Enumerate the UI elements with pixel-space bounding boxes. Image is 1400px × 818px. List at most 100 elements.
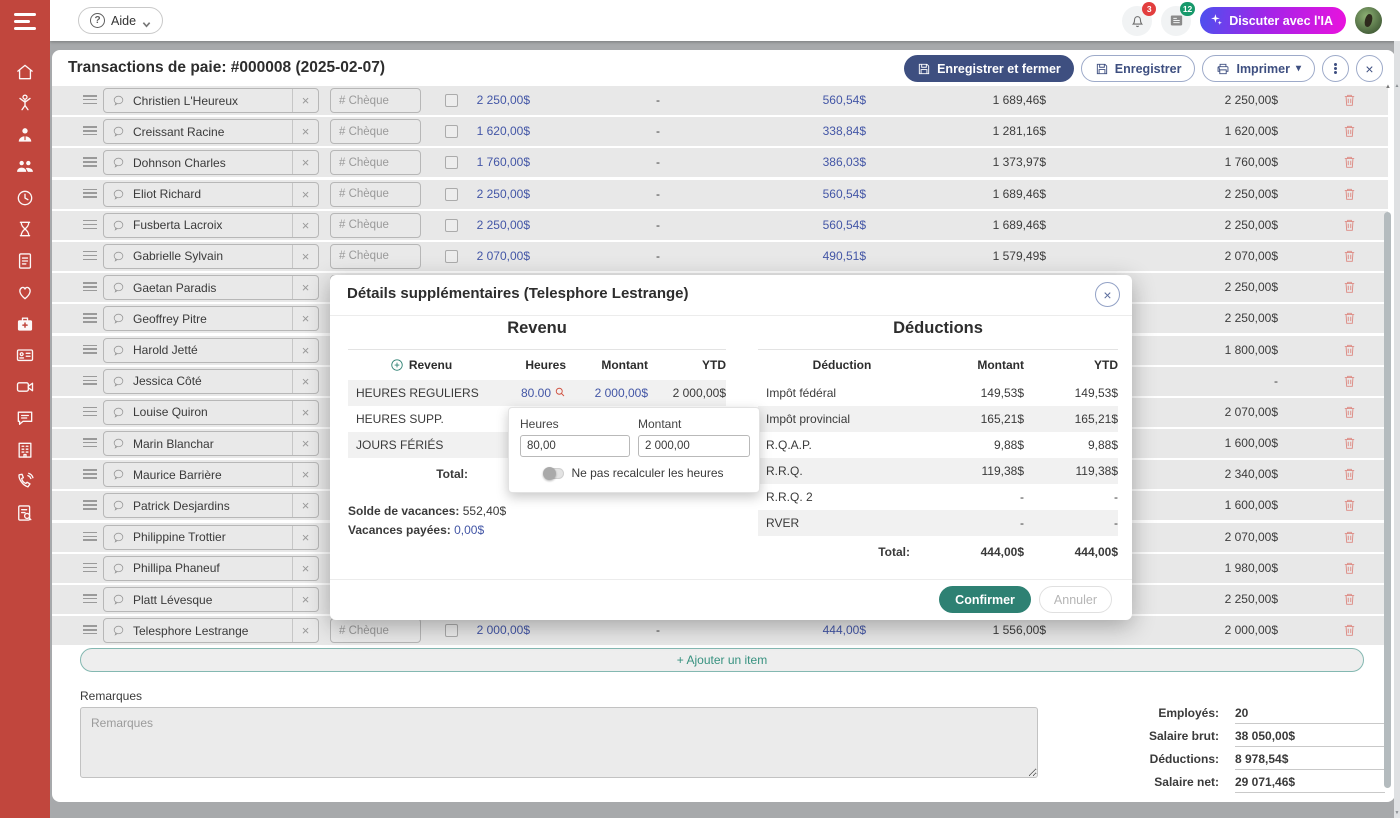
drag-handle-icon[interactable]	[83, 126, 97, 138]
trash-icon[interactable]	[1342, 560, 1357, 581]
drag-handle-icon[interactable]	[83, 345, 97, 357]
page-scrollbar[interactable]: ▲ ▼	[1394, 41, 1400, 818]
confirm-button[interactable]: Confirmer	[939, 586, 1031, 613]
gross-amount-link[interactable]: 2 000,00$	[450, 616, 530, 645]
home-icon[interactable]	[15, 61, 36, 82]
trash-icon[interactable]	[1342, 217, 1357, 238]
add-revenu-icon[interactable]	[390, 358, 404, 372]
clear-employee-icon[interactable]: ×	[292, 494, 318, 517]
magnifier-icon[interactable]	[554, 386, 566, 401]
cheque-number-input[interactable]	[330, 244, 421, 269]
video-icon[interactable]	[15, 376, 36, 397]
employee-select[interactable]: Marin Blanchar ×	[103, 431, 319, 456]
deductions-amount-link[interactable]: 386,03$	[780, 148, 866, 177]
drag-handle-icon[interactable]	[83, 438, 97, 450]
table-scrollbar[interactable]: ▲	[1384, 84, 1392, 792]
phone-icon[interactable]	[15, 471, 36, 492]
drag-handle-icon[interactable]	[83, 625, 97, 637]
recalc-toggle[interactable]	[544, 468, 564, 479]
clear-employee-icon[interactable]: ×	[292, 370, 318, 393]
cancel-button[interactable]: Annuler	[1039, 586, 1112, 613]
deductions-amount-link[interactable]: 560,54$	[780, 86, 866, 115]
employee-icon[interactable]	[15, 124, 36, 145]
drag-handle-icon[interactable]	[83, 251, 97, 263]
clear-employee-icon[interactable]: ×	[292, 120, 318, 143]
remarks-textarea[interactable]	[80, 707, 1038, 778]
vacances-payees-link[interactable]: 0,00$	[454, 523, 484, 537]
employee-select[interactable]: Patrick Desjardins ×	[103, 493, 319, 518]
gross-amount-link[interactable]: 1 760,00$	[450, 148, 530, 177]
history-icon[interactable]	[15, 219, 36, 240]
clear-employee-icon[interactable]: ×	[292, 401, 318, 424]
clear-employee-icon[interactable]: ×	[292, 588, 318, 611]
montant-input[interactable]	[638, 435, 750, 457]
trash-icon[interactable]	[1342, 279, 1357, 300]
payroll-news-button[interactable]: 12	[1161, 6, 1191, 36]
modal-close-button[interactable]: ×	[1095, 282, 1120, 307]
employee-select[interactable]: Philippine Trottier ×	[103, 525, 319, 550]
clear-employee-icon[interactable]: ×	[292, 89, 318, 112]
clear-employee-icon[interactable]: ×	[292, 276, 318, 299]
gross-amount-link[interactable]: 2 250,00$	[450, 180, 530, 209]
trash-icon[interactable]	[1342, 342, 1357, 363]
trash-icon[interactable]	[1342, 591, 1357, 612]
trash-icon[interactable]	[1342, 123, 1357, 144]
employee-select[interactable]: Gaetan Paradis ×	[103, 275, 319, 300]
trash-icon[interactable]	[1342, 529, 1357, 550]
drag-handle-icon[interactable]	[83, 376, 97, 388]
employee-select[interactable]: Eliot Richard ×	[103, 182, 319, 207]
trash-icon[interactable]	[1342, 92, 1357, 113]
deductions-amount-link[interactable]: 560,54$	[780, 180, 866, 209]
close-window-button[interactable]: ×	[1356, 55, 1383, 82]
deductions-amount-link[interactable]: 560,54$	[780, 211, 866, 240]
deductions-amount-link[interactable]: 444,00$	[780, 616, 866, 645]
trash-icon[interactable]	[1342, 466, 1357, 487]
trash-icon[interactable]	[1342, 622, 1357, 643]
clear-employee-icon[interactable]: ×	[292, 432, 318, 455]
add-item-button[interactable]: + Ajouter un item	[80, 648, 1364, 672]
benefits-icon[interactable]	[15, 282, 36, 303]
employee-select[interactable]: Telesphore Lestrange ×	[103, 618, 319, 643]
clear-employee-icon[interactable]: ×	[292, 245, 318, 268]
chat-ai-button[interactable]: Discuter avec l'IA	[1200, 7, 1346, 34]
scrollbar-thumb[interactable]	[1384, 212, 1391, 788]
reports-icon[interactable]	[15, 502, 36, 523]
clear-employee-icon[interactable]: ×	[292, 214, 318, 237]
clear-employee-icon[interactable]: ×	[292, 307, 318, 330]
drag-handle-icon[interactable]	[83, 189, 97, 201]
recruitment-icon[interactable]	[15, 93, 36, 114]
deductions-amount-link[interactable]: 490,51$	[780, 242, 866, 271]
company-icon[interactable]	[15, 439, 36, 460]
drag-handle-icon[interactable]	[83, 220, 97, 232]
print-button[interactable]: Imprimer ▾	[1202, 55, 1315, 82]
employee-select[interactable]: Jessica Côté ×	[103, 369, 319, 394]
employee-select[interactable]: Phillipa Phaneuf ×	[103, 556, 319, 581]
menu-icon[interactable]	[14, 13, 36, 34]
cheque-number-input[interactable]	[330, 182, 421, 207]
gross-amount-link[interactable]: 2 250,00$	[450, 86, 530, 115]
teams-icon[interactable]	[15, 156, 36, 177]
drag-handle-icon[interactable]	[83, 313, 97, 325]
heures-input[interactable]	[520, 435, 630, 457]
drag-handle-icon[interactable]	[83, 282, 97, 294]
employee-select[interactable]: Harold Jetté ×	[103, 338, 319, 363]
cheque-number-input[interactable]	[330, 150, 421, 175]
drag-handle-icon[interactable]	[83, 157, 97, 169]
employee-select[interactable]: Christien L'Heureux ×	[103, 88, 319, 113]
gross-amount-link[interactable]: 2 250,00$	[450, 211, 530, 240]
clear-employee-icon[interactable]: ×	[292, 151, 318, 174]
cheque-number-input[interactable]	[330, 213, 421, 238]
clear-employee-icon[interactable]: ×	[292, 526, 318, 549]
clear-employee-icon[interactable]: ×	[292, 183, 318, 206]
trash-icon[interactable]	[1342, 248, 1357, 269]
cheque-number-input[interactable]	[330, 618, 421, 643]
deductions-amount-link[interactable]: 338,84$	[780, 117, 866, 146]
employee-select[interactable]: Platt Lévesque ×	[103, 587, 319, 612]
trash-icon[interactable]	[1342, 373, 1357, 394]
id-card-icon[interactable]	[15, 345, 36, 366]
drag-handle-icon[interactable]	[83, 95, 97, 107]
save-and-close-button[interactable]: Enregistrer et fermer	[904, 55, 1074, 82]
employee-select[interactable]: Gabrielle Sylvain ×	[103, 244, 319, 269]
heures-link[interactable]: 80.00	[494, 386, 566, 401]
time-icon[interactable]	[15, 187, 36, 208]
